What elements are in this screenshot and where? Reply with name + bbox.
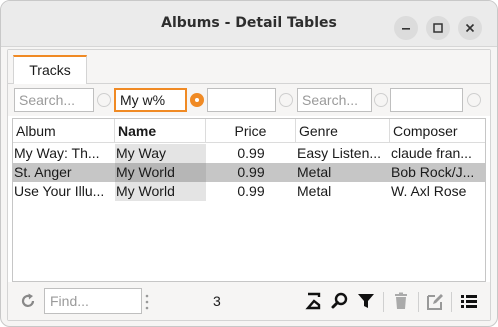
close-button[interactable] — [458, 16, 482, 40]
table-header: Album Name Price Genre Composer — [13, 119, 485, 143]
tab-tracks[interactable]: Tracks — [13, 55, 87, 84]
list-icon — [461, 295, 477, 308]
window-title: Albums - Detail Tables — [161, 15, 337, 31]
minimize-button[interactable] — [394, 16, 418, 40]
maximize-icon — [433, 23, 443, 33]
refresh-button[interactable] — [18, 291, 38, 311]
filter-icon — [358, 294, 374, 308]
genre-cell: Easy Listen... — [297, 145, 382, 161]
genre-filter-toggle[interactable] — [374, 93, 388, 107]
name-cell: My World — [115, 182, 206, 201]
list-button[interactable] — [459, 291, 479, 311]
name-cell: My World — [115, 163, 206, 182]
search-button[interactable] — [330, 291, 350, 311]
filter-bar — [8, 84, 490, 116]
name-cell: My Way — [115, 144, 206, 163]
composer-filter-toggle[interactable] — [467, 93, 481, 107]
refresh-icon — [21, 293, 35, 307]
column-header-composer[interactable]: Composer — [390, 119, 485, 143]
table-row-selected[interactable]: St. Anger My World 0.99 Metal Bob Rock/J… — [13, 163, 485, 182]
grip-handle-icon[interactable] — [145, 294, 149, 310]
name-filter-toggle[interactable] — [190, 93, 204, 107]
name-filter-input[interactable] — [114, 88, 187, 112]
album-cell: My Way: Th... — [14, 145, 100, 161]
titlebar: Albums - Detail Tables — [1, 1, 497, 47]
edit-button[interactable] — [425, 291, 445, 311]
delete-icon — [395, 292, 407, 309]
toolbar-divider — [451, 292, 452, 312]
composer-filter-input[interactable] — [390, 88, 463, 112]
toolbar-divider — [418, 292, 419, 312]
album-filter-toggle[interactable] — [97, 93, 111, 107]
column-header-genre[interactable]: Genre — [296, 119, 390, 143]
price-filter-toggle[interactable] — [279, 93, 293, 107]
composer-cell: Bob Rock/J... — [391, 164, 475, 180]
bottom-toolbar: 3 — [8, 282, 490, 320]
genre-cell: Metal — [297, 164, 332, 180]
price-cell: 0.99 — [237, 145, 265, 161]
row-count: 3 — [213, 293, 221, 309]
search-icon — [331, 292, 348, 309]
price-cell: 0.99 — [237, 164, 265, 180]
price-filter-input[interactable] — [207, 88, 276, 112]
maximize-button[interactable] — [426, 16, 450, 40]
toolbar-divider — [383, 292, 384, 312]
minimize-icon — [402, 28, 410, 30]
table-row[interactable]: My Way: Th... My Way 0.99 Easy Listen...… — [13, 144, 485, 163]
genre-filter-input[interactable] — [297, 88, 372, 112]
main-panel: Tracks Album Name Price Genre Composer — [7, 49, 491, 321]
table-row[interactable]: Use Your Illu... My World 0.99 Metal W. … — [13, 182, 485, 201]
sum-button[interactable] — [304, 291, 324, 311]
album-cell: Use Your Illu... — [14, 183, 105, 199]
album-cell: St. Anger — [14, 164, 72, 180]
tracks-table: Album Name Price Genre Composer My Way: … — [12, 118, 486, 282]
filter-button[interactable] — [356, 291, 376, 311]
composer-cell: W. Axl Rose — [391, 183, 467, 199]
sum-icon — [305, 292, 321, 310]
edit-icon — [427, 294, 443, 310]
album-filter-input[interactable] — [14, 88, 94, 112]
column-header-album[interactable]: Album — [13, 119, 115, 143]
column-header-price[interactable]: Price — [206, 119, 296, 143]
delete-button[interactable] — [391, 291, 411, 311]
app-window: Albums - Detail Tables Tracks Search... … — [0, 0, 498, 327]
composer-cell: claude fran... — [391, 145, 472, 161]
genre-cell: Metal — [297, 183, 332, 199]
tab-bar: Tracks — [8, 50, 490, 84]
price-cell: 0.99 — [237, 183, 265, 199]
find-input[interactable] — [44, 288, 142, 314]
column-header-name[interactable]: Name — [115, 119, 206, 143]
close-icon — [465, 23, 475, 33]
